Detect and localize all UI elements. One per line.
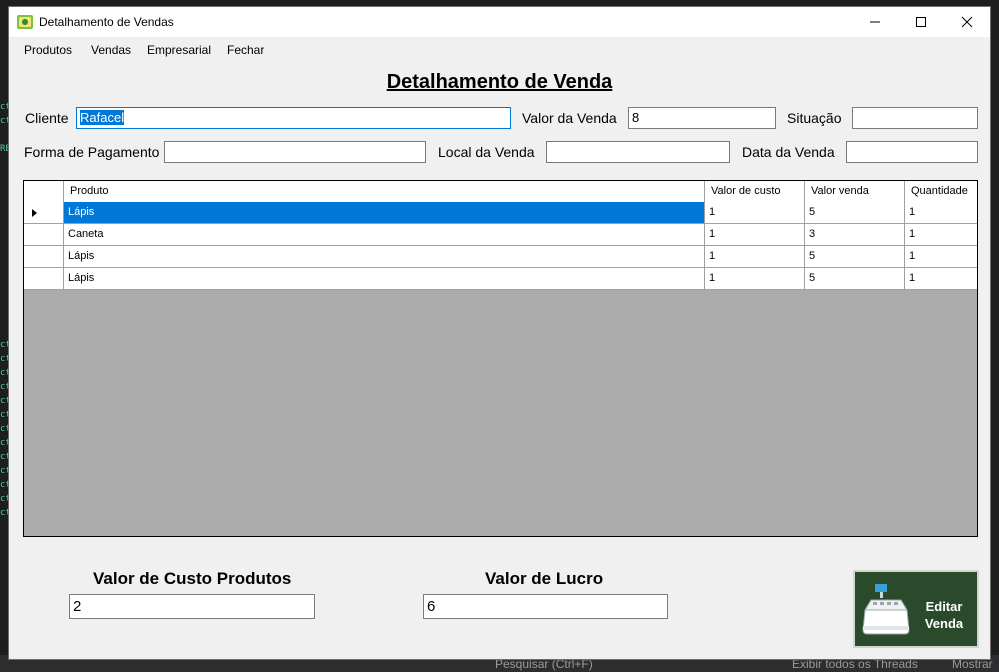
current-row-icon <box>32 209 37 217</box>
table-cell-valor-venda[interactable]: 3 <box>805 224 905 246</box>
table-cell-produto[interactable]: Lápis <box>64 268 705 290</box>
custo-produtos-label: Valor de Custo Produtos <box>93 569 292 588</box>
row-header[interactable] <box>24 224 64 246</box>
table-cell-valor-venda[interactable]: 5 <box>805 246 905 268</box>
close-button[interactable] <box>944 7 990 37</box>
col-header-valor-venda[interactable]: Valor venda <box>805 181 905 202</box>
editar-venda-line2: Venda <box>924 616 964 631</box>
title-bar[interactable]: Detalhamento de Vendas <box>9 7 990 37</box>
menu-fechar[interactable]: Fechar <box>227 43 264 57</box>
custo-produtos-field[interactable]: 2 <box>69 594 315 619</box>
table-cell-quantidade[interactable]: 1 <box>905 224 977 246</box>
menu-bar: Produtos Vendas Empresarial Fechar <box>9 37 990 61</box>
table-cell-produto[interactable]: Lápis <box>64 202 705 224</box>
table-cell-valor-custo[interactable]: 1 <box>705 268 805 290</box>
grid-header: Produto Valor de custo Valor venda Quant… <box>24 181 977 203</box>
lucro-field[interactable]: 6 <box>423 594 668 619</box>
cliente-field[interactable]: Rafacel <box>76 107 511 129</box>
local-venda-label: Local da Venda <box>438 144 535 160</box>
data-venda-label: Data da Venda <box>742 144 835 160</box>
valor-venda-label: Valor da Venda <box>522 110 617 126</box>
forma-pagamento-field[interactable] <box>164 141 426 163</box>
grid-corner <box>24 181 64 202</box>
col-header-valor-custo[interactable]: Valor de custo <box>705 181 805 202</box>
page-title: Detalhamento de Venda <box>386 71 613 93</box>
row-header-selected[interactable] <box>24 202 64 224</box>
maximize-button[interactable] <box>898 7 944 37</box>
table-cell-quantidade[interactable]: 1 <box>905 268 977 290</box>
menu-empresarial[interactable]: Empresarial <box>147 43 211 57</box>
app-window: Detalhamento de Vendas Produtos Vendas E… <box>8 6 991 660</box>
table-cell-produto[interactable]: Caneta <box>64 224 705 246</box>
table-cell-valor-custo[interactable]: 1 <box>705 202 805 224</box>
editar-venda-label: Editar Venda <box>919 598 969 632</box>
table-cell-produto[interactable]: Lápis <box>64 246 705 268</box>
valor-venda-field[interactable]: 8 <box>628 107 776 129</box>
close-icon <box>961 16 973 28</box>
menu-vendas[interactable]: Vendas <box>91 43 131 57</box>
minimize-button[interactable] <box>852 7 898 37</box>
cliente-label: Cliente <box>25 110 69 126</box>
cash-register-icon <box>862 584 910 635</box>
local-venda-field[interactable] <box>546 141 730 163</box>
table-cell-quantidade[interactable]: 1 <box>905 202 977 224</box>
window-title: Detalhamento de Vendas <box>39 15 174 29</box>
data-venda-field[interactable] <box>846 141 978 163</box>
minimize-icon <box>870 21 880 23</box>
row-header[interactable] <box>24 246 64 268</box>
table-cell-valor-custo[interactable]: 1 <box>705 224 805 246</box>
table-cell-valor-venda[interactable]: 5 <box>805 268 905 290</box>
app-icon <box>17 15 33 29</box>
row-header[interactable] <box>24 268 64 290</box>
table-cell-quantidade[interactable]: 1 <box>905 246 977 268</box>
menu-produtos[interactable]: Produtos <box>24 43 72 57</box>
lucro-label: Valor de Lucro <box>485 569 604 588</box>
forma-pagamento-label: Forma de Pagamento <box>24 144 160 160</box>
table-cell-valor-venda[interactable]: 5 <box>805 202 905 224</box>
col-header-quantidade[interactable]: Quantidade <box>905 181 977 202</box>
sales-items-grid[interactable]: Produto Valor de custo Valor venda Quant… <box>23 180 978 537</box>
situacao-field[interactable] <box>852 107 978 129</box>
editar-venda-button[interactable]: Editar Venda <box>853 570 979 648</box>
situacao-label: Situação <box>787 110 842 126</box>
table-cell-valor-custo[interactable]: 1 <box>705 246 805 268</box>
editar-venda-line1: Editar <box>925 599 963 614</box>
cliente-value: Rafacel <box>80 110 125 125</box>
ide-code-fragment: ctctREctctctctctctctctctctctctctct <box>0 102 8 518</box>
col-header-produto[interactable]: Produto <box>64 181 705 202</box>
maximize-icon <box>916 17 926 27</box>
